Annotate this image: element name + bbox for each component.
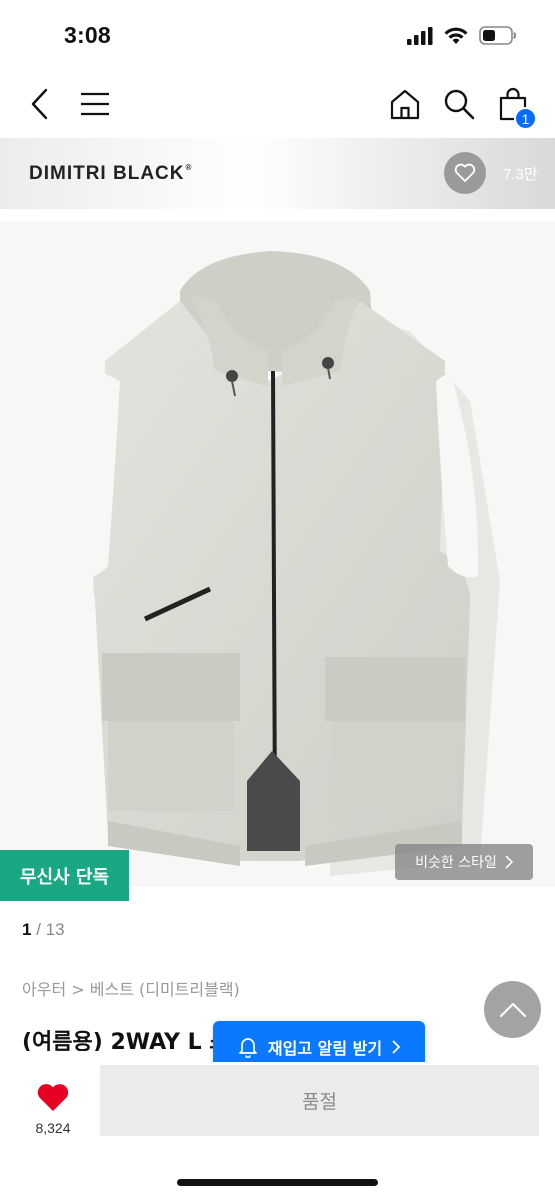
restock-alert-label: 재입고 알림 받기 bbox=[267, 1038, 383, 1058]
scroll-to-top-button[interactable] bbox=[484, 981, 541, 1038]
cart-count-badge: 1 bbox=[514, 107, 537, 130]
like-count: 8,324 bbox=[35, 1120, 71, 1136]
status-bar: 3:08 bbox=[0, 0, 555, 72]
brand-name[interactable]: DIMITRI BLACK® bbox=[29, 163, 192, 185]
soldout-button[interactable]: 품절 bbox=[100, 1065, 539, 1136]
home-indicator bbox=[177, 1179, 378, 1186]
home-icon bbox=[390, 89, 420, 120]
back-button[interactable] bbox=[20, 84, 60, 124]
similar-style-label: 비슷한 스타일 bbox=[415, 855, 497, 871]
exclusive-badge: 무신사 단독 bbox=[0, 850, 129, 901]
battery-icon bbox=[479, 26, 516, 45]
nav-bar: 1 bbox=[0, 72, 555, 138]
image-pager: 1 / 13 bbox=[22, 920, 65, 940]
similar-style-button[interactable]: 비슷한 스타일 bbox=[395, 844, 533, 880]
heart-outline-icon bbox=[454, 163, 476, 182]
status-time: 3:08 bbox=[64, 22, 111, 48]
category-breadcrumb[interactable]: 아우터 > 베스트 (디미트리블랙) bbox=[22, 976, 240, 1000]
registered-mark: ® bbox=[185, 163, 193, 172]
like-button[interactable]: 8,324 bbox=[18, 1072, 88, 1136]
bell-icon bbox=[239, 1037, 257, 1058]
chevron-right-icon bbox=[392, 1039, 401, 1054]
signal-icon bbox=[407, 26, 433, 45]
chevron-up-icon bbox=[499, 1002, 526, 1017]
search-button[interactable] bbox=[439, 84, 479, 124]
brand-bar[interactable]: DIMITRI BLACK® 7.3만 bbox=[0, 138, 555, 209]
vest-illustration bbox=[76, 251, 500, 876]
cart-button[interactable]: 1 bbox=[493, 84, 537, 130]
pager-total: 13 bbox=[45, 920, 65, 939]
brand-like-button[interactable] bbox=[444, 152, 486, 194]
brand-like-count: 7.3만 bbox=[503, 166, 538, 183]
brand-name-text: DIMITRI BLACK bbox=[29, 163, 185, 184]
status-icons bbox=[407, 26, 517, 45]
chevron-left-icon bbox=[31, 88, 48, 120]
wifi-icon bbox=[444, 27, 468, 44]
hamburger-menu-icon bbox=[81, 92, 109, 116]
menu-button[interactable] bbox=[75, 84, 115, 124]
product-image[interactable] bbox=[0, 221, 555, 887]
search-icon bbox=[444, 89, 475, 120]
pager-current: 1 bbox=[22, 920, 32, 939]
home-button[interactable] bbox=[385, 84, 425, 124]
pager-separator: / bbox=[36, 920, 41, 939]
chevron-right-icon bbox=[505, 855, 513, 869]
heart-filled-icon bbox=[37, 1084, 69, 1111]
